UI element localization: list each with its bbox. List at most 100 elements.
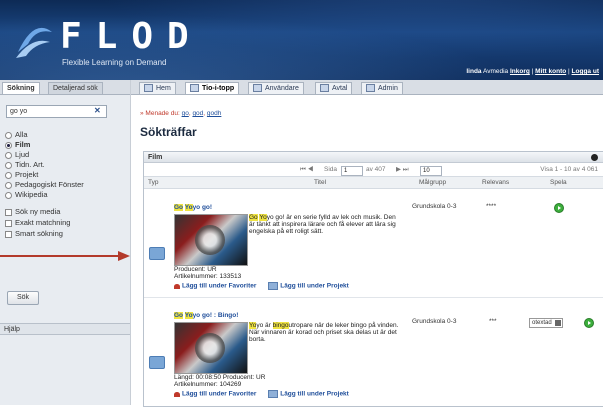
admin-icon xyxy=(366,84,375,93)
title-highlight: Yo xyxy=(184,204,193,211)
result-thumbnail[interactable] xyxy=(174,214,248,266)
logo-text: FLOD xyxy=(60,16,203,57)
radio-icon[interactable] xyxy=(5,161,12,169)
column-play[interactable]: Spela xyxy=(550,177,567,188)
column-relevance[interactable]: Relevans xyxy=(482,177,509,188)
add-favorite-link[interactable]: Lägg till under Favoriter xyxy=(182,391,256,398)
media-option-all[interactable]: Alla xyxy=(5,130,28,139)
play-icon[interactable] xyxy=(584,318,594,328)
result-actions: Lägg till under Favoriter Lägg till unde… xyxy=(174,282,349,290)
article-number: Artikelnummer: 104269 xyxy=(174,381,242,388)
my-account-link[interactable]: Mitt konto xyxy=(535,68,566,75)
subtitle-select[interactable]: otextad xyxy=(529,318,563,328)
relevance-stars: *** xyxy=(489,318,497,325)
tab-top-ten[interactable]: Tio-i-topp xyxy=(185,82,240,94)
column-target[interactable]: Målgrupp xyxy=(419,177,446,188)
project-icon[interactable] xyxy=(268,390,279,398)
title-text: yo go! : Bingo! xyxy=(192,312,239,319)
result-thumbnail[interactable] xyxy=(174,322,248,374)
tab-admin[interactable]: Admin xyxy=(361,82,403,94)
media-option-film[interactable]: Film xyxy=(5,140,30,149)
checkbox-icon[interactable] xyxy=(5,208,12,216)
document-icon xyxy=(320,84,329,93)
result-title[interactable]: Go Yoyo go! : Bingo! xyxy=(174,312,238,319)
checkbox-new-media[interactable]: Sök ny media xyxy=(5,207,60,216)
add-project-link[interactable]: Lägg till under Projekt xyxy=(280,391,349,398)
result-title[interactable]: Go Yoyo go! xyxy=(174,204,212,211)
radio-icon[interactable] xyxy=(5,131,12,139)
radio-icon[interactable] xyxy=(5,181,12,189)
tab-agreements[interactable]: Avtal xyxy=(315,82,353,94)
tab-label: Admin xyxy=(378,85,398,92)
pager: ⏮ ◀ Sida 1 av 407 ▶ ⏭ 10 Visa 1 - 10 av … xyxy=(144,164,603,177)
suggestion-link[interactable]: god xyxy=(192,110,203,117)
column-headers: Typ Titel Målgrupp Relevans Spela xyxy=(144,177,603,189)
title-highlight: Go xyxy=(174,204,184,211)
result-row[interactable]: Go Yoyo go! : Bingo! Yoyo är bingoutropa… xyxy=(144,298,603,406)
radio-icon[interactable] xyxy=(5,191,12,199)
tab-detailed-search[interactable]: Detaljerad sök xyxy=(48,82,103,94)
logout-link[interactable]: Logga ut xyxy=(572,68,599,75)
add-favorite-link[interactable]: Lägg till under Favoriter xyxy=(182,283,256,290)
clear-search-icon[interactable]: ✕ xyxy=(94,106,101,115)
checkbox-exact-match[interactable]: Exakt matchning xyxy=(5,218,70,227)
help-link[interactable]: Hjälp xyxy=(0,323,130,335)
result-description: Yoyo är bingoutropare när de leker bingo… xyxy=(249,322,399,343)
collapse-icon[interactable] xyxy=(591,154,598,161)
suggestion-link[interactable]: godh xyxy=(207,110,221,117)
film-type-icon xyxy=(149,356,165,369)
desc-highlight: Go xyxy=(249,214,258,221)
user-name: linda xyxy=(466,68,482,75)
desc-text: yo go! är en serie fylld av lek och musi… xyxy=(249,214,396,235)
result-row[interactable]: Go Yoyo go! Go Yoyo go! är en serie fyll… xyxy=(144,189,603,298)
per-page-select[interactable]: 10 xyxy=(420,166,442,176)
desc-text: yo är xyxy=(256,322,273,329)
media-option-wikipedia[interactable]: Wikipedia xyxy=(5,190,48,199)
radio-selected-icon[interactable] xyxy=(5,141,12,149)
checkbox-icon[interactable] xyxy=(5,230,12,238)
user-org: Avmedia xyxy=(482,68,509,75)
radio-icon[interactable] xyxy=(5,151,12,159)
target-group: Grundskola 0-3 xyxy=(412,318,457,325)
checkbox-smart-search[interactable]: Smart sökning xyxy=(5,229,63,238)
main-tabs: Hem Tio-i-topp Användare Avtal Admin xyxy=(131,80,603,95)
page-input[interactable]: 1 xyxy=(341,166,363,176)
pager-first-prev-icon[interactable]: ⏮ ◀ xyxy=(300,164,313,176)
column-title[interactable]: Titel xyxy=(314,177,326,188)
media-option-project[interactable]: Projekt xyxy=(5,170,38,179)
favorite-icon[interactable] xyxy=(174,283,180,289)
results-grid: Film ⏮ ◀ Sida 1 av 407 ▶ ⏭ 10 Visa 1 - 1… xyxy=(143,151,603,407)
tab-users[interactable]: Användare xyxy=(248,82,304,94)
tab-home[interactable]: Hem xyxy=(139,82,176,94)
favorite-icon[interactable] xyxy=(174,391,180,397)
separator: | xyxy=(568,68,570,75)
app-header: FLOD Flexible Learning on Demand linda A… xyxy=(0,0,603,80)
add-project-link[interactable]: Lägg till under Projekt xyxy=(280,283,349,290)
result-description: Go Yoyo go! är en serie fylld av lek och… xyxy=(249,214,399,235)
media-option-pedagogical[interactable]: Pedagogiskt Fönster xyxy=(5,180,84,189)
did-you-mean: » Menade du: go, god, godh xyxy=(140,110,222,117)
film-type-icon xyxy=(149,247,165,260)
search-input[interactable]: go yo xyxy=(6,105,107,118)
user-bar: linda Avmedia Inkorg | Mitt konto | Logg… xyxy=(466,68,599,75)
radio-icon[interactable] xyxy=(5,171,12,179)
suggestion-link[interactable]: go xyxy=(182,110,189,117)
play-icon[interactable] xyxy=(554,203,564,213)
tab-label: Avtal xyxy=(332,85,348,92)
pager-next-last-icon[interactable]: ▶ ⏭ xyxy=(396,164,409,176)
user-icon xyxy=(253,84,262,93)
producer: Producent: UR xyxy=(174,266,217,273)
media-option-audio[interactable]: Ljud xyxy=(5,150,29,159)
desc-highlight: Yo xyxy=(259,214,267,221)
callout-arrow-icon xyxy=(118,251,130,261)
search-panel: Sökning Detaljerad sök go yo ✕ Alla Film… xyxy=(0,80,131,405)
article-number: Artikelnummer: 133513 xyxy=(174,273,242,280)
inbox-link[interactable]: Inkorg xyxy=(510,68,530,75)
tab-search[interactable]: Sökning xyxy=(2,82,40,94)
project-icon[interactable] xyxy=(268,282,279,290)
column-type[interactable]: Typ xyxy=(148,177,158,188)
checkbox-icon[interactable] xyxy=(5,219,12,227)
search-button[interactable]: Sök xyxy=(7,291,39,305)
option-label: Wikipedia xyxy=(15,190,48,199)
media-option-articles[interactable]: Tidn. Art. xyxy=(5,160,45,169)
